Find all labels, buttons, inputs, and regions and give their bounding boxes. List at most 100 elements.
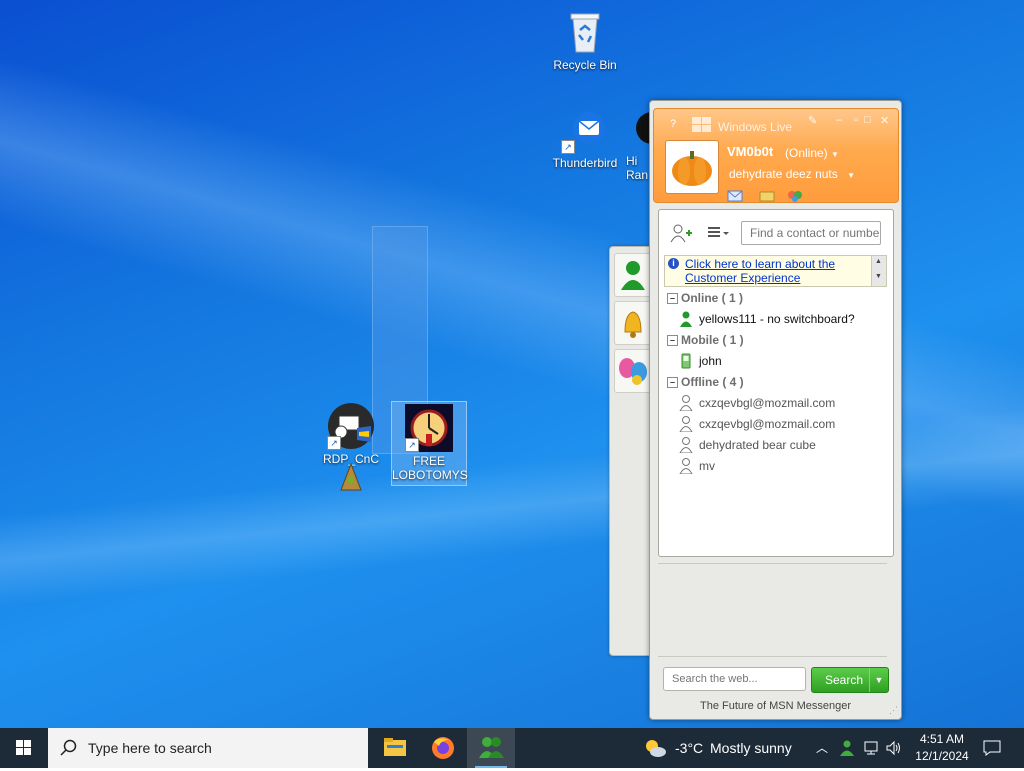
offline-status-icon (679, 395, 693, 411)
window-menu-icon[interactable]: ? (670, 118, 676, 130)
folder-icon[interactable] (759, 190, 775, 202)
contact-name: cxzqevbgl@mozmail.com (699, 417, 836, 431)
scroll-down-icon[interactable]: ▼ (875, 273, 882, 280)
shortcut-arrow-icon: ↗ (561, 140, 575, 154)
volume-icon[interactable] (885, 739, 903, 757)
thunderbird-icon: ↗ (561, 106, 609, 154)
personal-message-text: dehydrate deez nuts (729, 167, 838, 181)
group-online[interactable]: – Online ( 1 ) (667, 291, 743, 309)
shortcut-arrow-icon: ↗ (405, 438, 419, 452)
butterfly-icon (619, 358, 647, 385)
contact-search-input[interactable] (741, 221, 881, 245)
rdp-icon: ↗ (327, 402, 375, 450)
thunderbird-label: Thunderbird (552, 156, 618, 170)
pm-dropdown-icon: ▼ (847, 171, 856, 180)
msn-tray-icon[interactable] (838, 739, 856, 757)
view-options-icon[interactable] (705, 222, 731, 244)
minimize-button[interactable]: – (836, 114, 842, 126)
msn-messenger-taskbar-button[interactable] (467, 728, 515, 768)
start-button[interactable] (0, 728, 48, 768)
resize-grip-icon[interactable]: ⋰ (889, 705, 898, 716)
window-title: Windows Live (718, 120, 793, 134)
recycle-bin-desktop-icon[interactable]: Recycle Bin (547, 8, 623, 72)
group-mobile[interactable]: – Mobile ( 1 ) (667, 333, 744, 351)
add-contact-icon[interactable] (669, 222, 693, 244)
taskbar-search-box[interactable]: Type here to search (48, 728, 368, 768)
msn-butterfly-icon[interactable] (787, 190, 803, 202)
user-status-text: (Online) (785, 146, 828, 160)
collapse-icon[interactable]: – (667, 335, 678, 346)
personal-message[interactable]: dehydrate deez nuts ▼ (729, 167, 855, 181)
weather-desc: Mostly sunny (710, 740, 792, 756)
contact-name: yellows111 - no switchboard? (699, 312, 855, 326)
collapse-icon[interactable]: – (667, 377, 678, 388)
file-explorer-taskbar-button[interactable] (371, 728, 419, 768)
info-icon: i (668, 258, 679, 269)
free-lobotomys-desktop-icon[interactable]: ↗ FREE LOBOTOMYS (391, 401, 468, 486)
status-dropdown-icon: ▼ (831, 150, 839, 159)
restore-button[interactable]: ▫ (854, 114, 858, 126)
close-button[interactable]: ✕ (880, 114, 889, 127)
user-display-name[interactable]: VM0b0t (727, 144, 773, 159)
clock-time: 4:51 AM (919, 732, 965, 746)
online-status-icon (680, 311, 692, 327)
rdp-cnc-desktop-icon[interactable]: ↗ RDP_CnC (313, 402, 389, 491)
info-bar-scrollbar[interactable]: ▲ ▼ (871, 256, 886, 286)
lobotomy-app-icon: ↗ (405, 404, 453, 452)
wrench-icon[interactable]: ✎ (808, 114, 817, 127)
recycle-bin-label: Recycle Bin (553, 58, 617, 72)
taskbar-search-placeholder: Type here to search (88, 740, 212, 756)
group-label: Online ( 1 ) (681, 291, 744, 305)
contact-list-panel: i Click here to learn about the Customer… (658, 209, 894, 557)
collapse-icon[interactable]: – (667, 293, 678, 304)
desktop[interactable]: Recycle Bin ↗ Thunderbird Hi Ran ↗ RDP_C… (0, 0, 1024, 728)
pumpkin-avatar-icon (672, 151, 712, 186)
taskbar-clock[interactable]: 4:51 AM 12/1/2024 (912, 731, 972, 765)
windows-logo-icon (692, 117, 711, 132)
display-picture[interactable] (665, 140, 719, 194)
free-lobotomys-label: FREE LOBOTOMYS (392, 454, 468, 482)
dragged-item-icon (339, 462, 363, 495)
msn-messenger-window[interactable]: ? Windows Live ✎ – ▫ □ ✕ VM0b0t (Online)… (649, 100, 902, 720)
show-hidden-icons-button[interactable]: ︿ (816, 728, 828, 768)
footer-text: The Future of MSN Messenger (699, 700, 851, 712)
info-bar-link[interactable]: Click here to learn about the Customer E… (685, 257, 865, 285)
bell-icon (624, 311, 642, 338)
file-explorer-icon (384, 738, 406, 756)
windows-start-icon (16, 740, 31, 755)
notifications-icon[interactable] (982, 739, 1002, 757)
alerts-tab[interactable] (614, 301, 652, 345)
contact-name: john (699, 354, 722, 368)
fun-tab[interactable] (614, 349, 652, 393)
firefox-taskbar-button[interactable] (419, 728, 467, 768)
web-search-input[interactable] (663, 667, 806, 691)
group-label: Mobile ( 1 ) (681, 333, 744, 347)
msn-buddy-icon (479, 737, 504, 758)
contact-name: cxzqevbgl@mozmail.com (699, 396, 836, 410)
info-bar[interactable]: i Click here to learn about the Customer… (664, 255, 887, 287)
search-icon (60, 739, 77, 756)
group-label: Offline ( 4 ) (681, 375, 744, 389)
web-search-button[interactable]: Search ▼ (811, 667, 889, 693)
offline-status-icon (679, 458, 693, 474)
maximize-button[interactable]: □ (864, 114, 871, 126)
thunderbird-desktop-icon[interactable]: ↗ Thunderbird (547, 106, 623, 170)
user-status[interactable]: (Online) ▼ (785, 146, 839, 160)
mail-icon[interactable] (727, 190, 743, 202)
network-icon[interactable] (862, 739, 880, 757)
contacts-tab[interactable] (614, 253, 652, 297)
group-offline[interactable]: – Offline ( 4 ) (667, 375, 744, 393)
clock-date: 12/1/2024 (915, 749, 969, 763)
offline-status-icon (679, 437, 693, 453)
search-button-label: Search (825, 673, 864, 687)
scroll-up-icon[interactable]: ▲ (875, 258, 882, 265)
recycle-bin-icon (561, 8, 609, 56)
contact-name: mv (699, 459, 715, 473)
contact-name: dehydrated bear cube (699, 438, 816, 452)
sunny-weather-icon (646, 740, 666, 757)
green-buddy-icon (621, 261, 645, 290)
msn-header: ? Windows Live ✎ – ▫ □ ✕ VM0b0t (Online)… (653, 108, 899, 203)
firefox-icon (432, 737, 454, 759)
divider (658, 656, 887, 657)
search-options-dropdown-icon[interactable]: ▼ (869, 668, 888, 692)
